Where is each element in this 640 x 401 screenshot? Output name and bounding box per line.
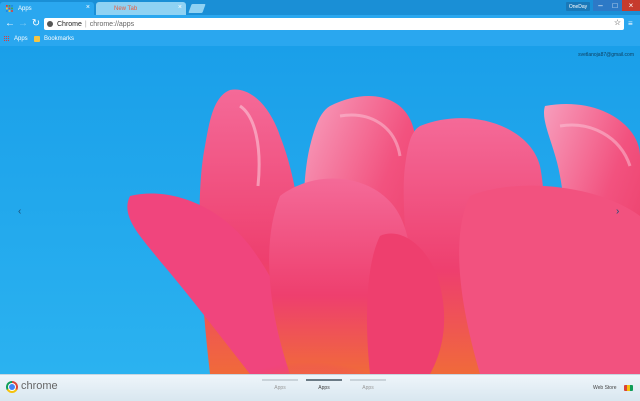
back-arrow-icon[interactable]: ← [4,18,16,30]
apps-page-switcher[interactable]: Apps [262,379,298,391]
menu-icon[interactable]: ≡ [628,19,633,28]
apps-page-footer: chrome Apps Apps Apps Web Store [0,374,640,401]
bookmark-apps-label: Apps [14,36,28,42]
page-indicator-bar [306,379,342,381]
page-label: Apps [318,385,330,391]
apps-page-switcher[interactable]: Apps [350,379,386,391]
close-window-icon[interactable]: × [622,0,640,11]
page-label: Apps [274,385,286,391]
omnibox[interactable]: Chrome | chrome://apps ☆ [44,18,624,30]
chevron-right-icon[interactable]: › [616,206,619,217]
web-store-icon[interactable] [624,385,633,391]
star-icon[interactable]: ☆ [614,18,621,27]
forward-arrow-icon[interactable]: → [17,18,29,30]
folder-icon [34,36,40,42]
chevron-left-icon[interactable]: ‹ [18,206,21,217]
chrome-logo-icon [6,381,18,393]
apps-favicon-icon [6,5,13,12]
tulip-background-image [0,46,640,374]
minimize-icon[interactable]: – [593,0,608,11]
bookmark-folder[interactable]: Bookmarks [34,36,74,42]
apps-page-switcher[interactable]: Apps [306,379,342,391]
chrome-page-icon [47,21,53,27]
toolbar: ← → ↻ Chrome | chrome://apps ☆ ≡ [0,15,640,33]
reload-icon[interactable]: ↻ [30,18,42,30]
tab-label: New Tab [114,5,138,12]
profile-button[interactable]: OneDay [566,2,590,11]
tab-close-icon[interactable]: × [178,4,182,11]
bookmark-apps[interactable]: Apps [4,36,28,42]
bookmarks-bar: Apps Bookmarks [0,33,640,47]
omnibox-scheme-label: Chrome [57,20,82,28]
web-store-link[interactable]: Web Store [593,385,617,391]
apps-grid-icon [4,36,10,42]
tab-new-tab[interactable]: New Tab × [96,2,186,15]
tab-apps[interactable]: Apps × [0,2,94,15]
omnibox-separator: | [84,20,87,28]
page-indicator-bar [262,379,298,381]
page-indicator-bar [350,379,386,381]
user-email[interactable]: svetlanoja87@gmail.com [578,52,634,58]
omnibox-url[interactable]: chrome://apps [90,21,134,28]
tab-label: Apps [18,5,32,12]
new-tab-button[interactable] [188,4,206,13]
bookmark-folder-label: Bookmarks [44,36,75,42]
tab-close-icon[interactable]: × [86,4,90,11]
chrome-brand-label: chrome [21,380,58,392]
tab-strip: Apps × New Tab × OneDay – □ × [0,0,640,15]
maximize-icon[interactable]: □ [608,0,622,11]
page-label: Apps [362,385,374,391]
